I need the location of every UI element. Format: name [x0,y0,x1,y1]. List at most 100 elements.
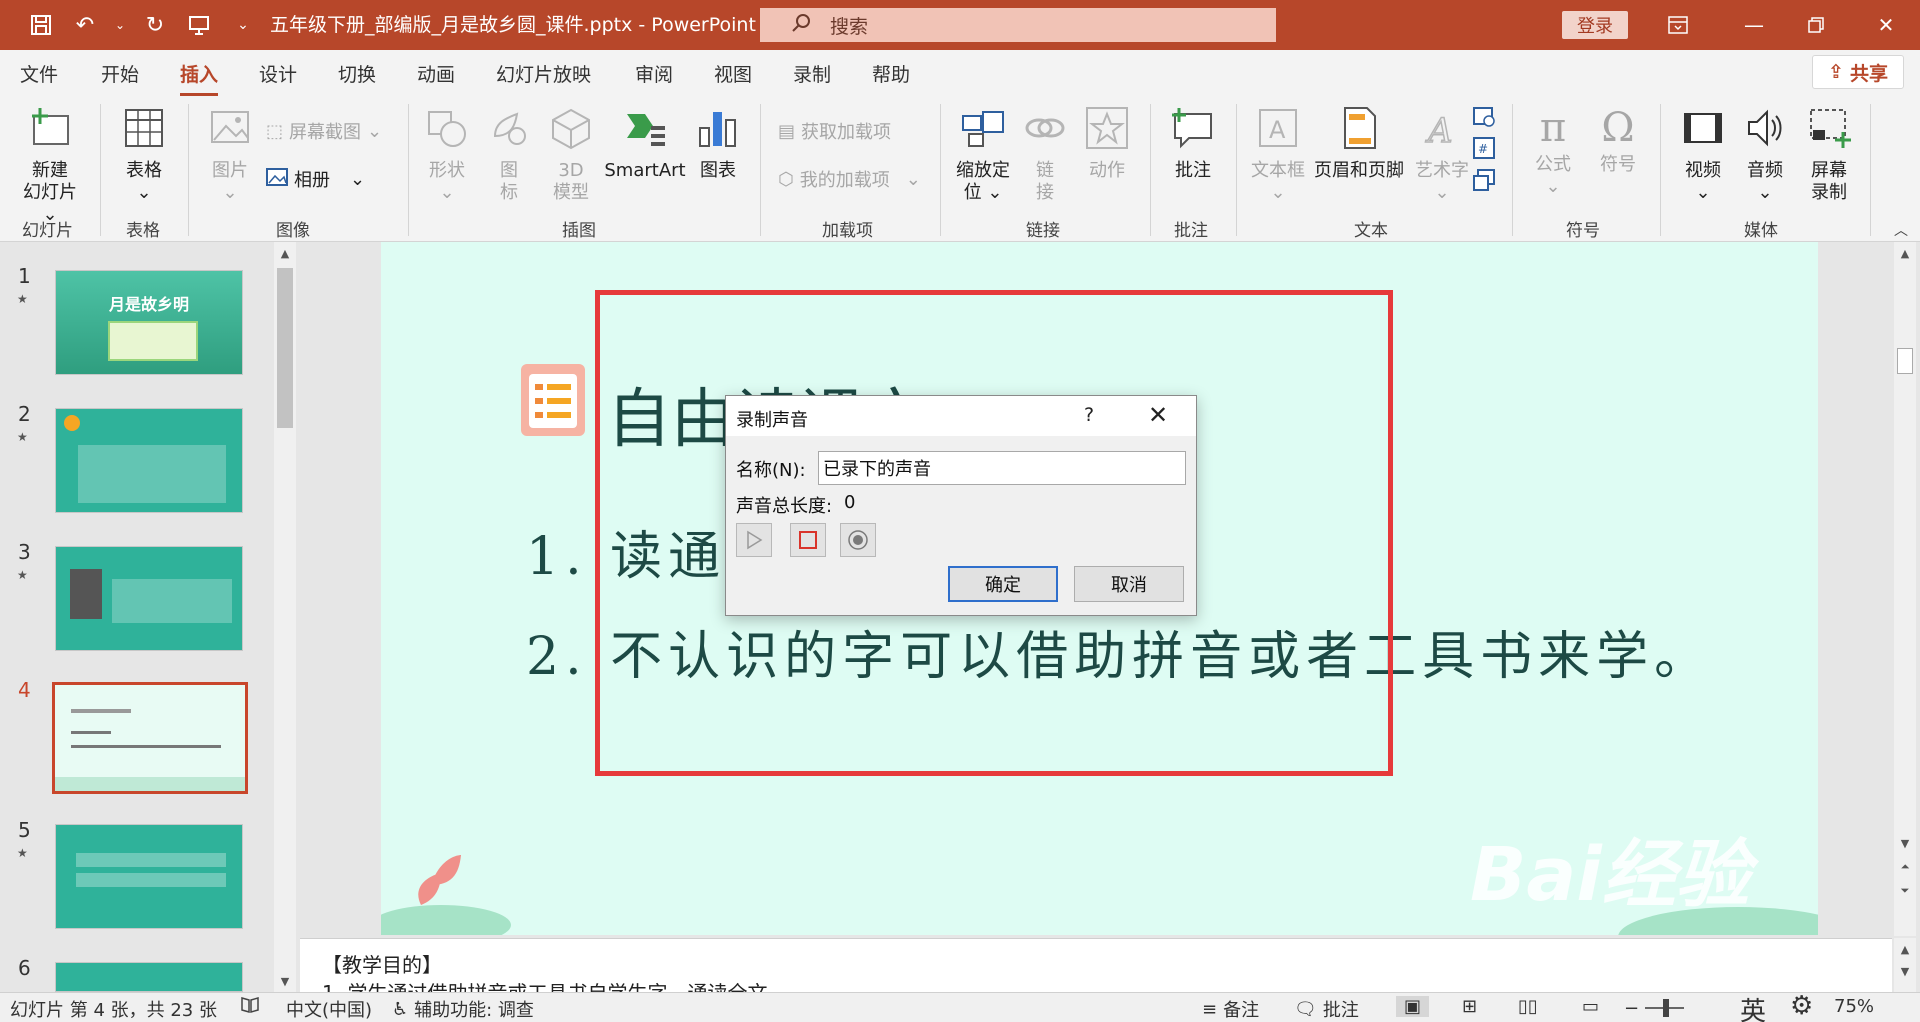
new-slide-button[interactable]: 新建 幻灯片 ⌄ [14,106,86,226]
comment-button[interactable]: 批注 [1162,106,1224,182]
tab-record[interactable]: 录制 [793,60,831,87]
icons-button[interactable]: 图 标 [482,106,536,204]
scroll-up-icon[interactable]: ▲ [274,242,296,264]
zoom-slider-thumb[interactable] [1663,999,1670,1017]
tab-design[interactable]: 设计 [259,60,297,87]
tab-transitions[interactable]: 切换 [338,60,376,87]
slide-thumbnail-1[interactable]: 月是故乡明 [55,270,243,375]
icons-label-1: 图 [500,160,518,181]
tab-view[interactable]: 视图 [714,60,752,87]
3d-models-button[interactable]: 3D 模型 [544,106,598,204]
equation-button[interactable]: π 公式 ⌄ [1524,106,1582,198]
tab-animations[interactable]: 动画 [417,60,455,87]
wordart-button[interactable]: A 艺术字 ⌄ [1410,106,1474,204]
dialog-titlebar[interactable]: 录制声音 ? ✕ [726,396,1196,436]
slide-thumbnail-4[interactable] [52,682,248,794]
scroll-down-icon[interactable]: ▼ [1894,832,1916,854]
notes-scrollbar[interactable]: ▲ ▼ [1894,938,1916,992]
slide-counter[interactable]: 幻灯片 第 4 张，共 23 张 [10,996,217,1022]
tab-slideshow[interactable]: 幻灯片放映 [496,60,591,87]
scroll-thumb[interactable] [277,268,293,428]
picture-button[interactable]: 图片 ⌄ [200,106,260,204]
undo-dropdown-icon[interactable]: ⌄ [114,10,126,40]
comments-toggle[interactable]: 🗨 批注 [1294,996,1359,1022]
cancel-button[interactable]: 取消 [1074,566,1184,602]
next-slide-icon[interactable]: ⏷ [1894,880,1916,902]
action-button[interactable]: 动作 [1080,106,1134,182]
tab-home[interactable]: 开始 [101,60,139,87]
scroll-down-icon[interactable]: ▼ [274,970,296,992]
zoom-slider[interactable]: − [1624,998,1684,1019]
audio-label: 音频 [1747,160,1783,181]
chart-button[interactable]: 图表 [692,106,744,182]
slideshow-icon[interactable]: ▭ [1582,996,1599,1017]
screen-recording-button[interactable]: 屏幕 录制 [1798,106,1860,204]
collapse-ribbon-icon[interactable]: ︿ [1894,220,1908,240]
link-button[interactable]: 链 接 [1020,106,1070,204]
zoom-button[interactable]: 缩放定 位 ⌄ [950,106,1016,204]
slide-scrollbar[interactable]: ▲ ▼ ⏶ ⏷ [1894,242,1916,936]
redo-icon[interactable]: ↻ [140,10,170,40]
gear-icon[interactable]: ⚙ [1790,991,1813,1021]
audio-button[interactable]: 音频 ⌄ [1736,106,1794,204]
previous-slide-icon[interactable]: ⏶ [1894,856,1916,878]
smartart-button[interactable]: SmartArt [604,106,686,182]
ribbon-display-options-icon[interactable] [1648,0,1708,50]
slide-thumbnail-6[interactable] [55,962,243,992]
search-box[interactable]: 搜索 [760,8,1276,42]
header-footer-button[interactable]: 页眉和页脚 [1310,106,1408,182]
language-indicator[interactable]: 中文(中国) [286,996,372,1022]
animation-star-icon: ★ [17,292,28,306]
slide-thumbnail-5[interactable] [55,824,243,929]
reading-view-icon[interactable]: ▯▯ [1518,996,1538,1017]
slide-thumbnail-2[interactable] [55,408,243,513]
login-button[interactable]: 登录 [1562,11,1628,39]
my-addins-button[interactable]: ⬡ 我的加载项 ⌄ [778,166,921,192]
video-button[interactable]: 视频 ⌄ [1672,106,1734,204]
share-button[interactable]: ⇪ 共享 [1812,55,1904,89]
symbol-button[interactable]: Ω 符号 [1590,106,1646,176]
tab-insert[interactable]: 插入 [180,60,219,96]
stop-button[interactable] [790,523,826,557]
help-icon[interactable]: ? [1084,404,1094,426]
name-input[interactable] [818,451,1186,485]
scroll-up-icon[interactable]: ▲ [1894,242,1916,264]
tab-review[interactable]: 审阅 [635,60,673,87]
date-time-icon[interactable] [1472,104,1496,128]
present-from-start-icon[interactable] [184,10,214,40]
shapes-button[interactable]: 形状 ⌄ [418,106,476,204]
close-icon[interactable]: ✕ [1148,401,1168,429]
slide-sorter-icon[interactable]: ⊞ [1462,996,1477,1017]
album-button[interactable]: 相册 ⌄ [266,166,365,192]
scroll-thumb[interactable] [1897,348,1913,374]
ime-indicator[interactable]: 英 [1740,991,1766,1022]
tab-file[interactable]: 文件 [20,60,58,87]
3d-models-label-1: 3D [558,160,584,181]
play-button[interactable] [736,523,772,557]
customize-qat-icon[interactable]: ⌄ [228,10,258,40]
spell-check-icon[interactable] [240,996,260,1014]
ok-button[interactable]: 确定 [948,566,1058,602]
scroll-down-icon[interactable]: ▼ [1894,960,1916,982]
scroll-up-icon[interactable]: ▲ [1894,938,1916,960]
thumbnail-scrollbar[interactable]: ▲ ▼ [274,242,296,992]
slide-number-icon[interactable]: # [1472,136,1496,160]
notes-toggle[interactable]: ≡ 备注 [1202,996,1259,1022]
zoom-label-2: 位 ⌄ [963,182,1003,203]
screenshot-button[interactable]: ⬚ 屏幕截图 ⌄ [266,118,382,144]
get-addins-button[interactable]: ▤ 获取加载项 [778,118,891,144]
normal-view-button[interactable]: ▣ [1396,996,1430,1017]
minimize-icon[interactable]: — [1724,0,1784,50]
accessibility-status[interactable]: ♿ 辅助功能: 调查 [392,996,534,1022]
undo-icon[interactable]: ↶ [70,10,100,40]
slide-thumbnail-3[interactable] [55,546,243,651]
close-window-icon[interactable]: ✕ [1856,0,1916,50]
save-icon[interactable] [26,10,56,40]
record-button[interactable] [840,523,876,557]
table-button[interactable]: 表格 ⌄ [112,106,176,204]
restore-icon[interactable] [1786,0,1846,50]
tab-help[interactable]: 帮助 [872,60,910,87]
object-icon[interactable] [1472,168,1496,192]
textbox-button[interactable]: A 文本框 ⌄ [1246,106,1310,204]
zoom-level[interactable]: 75% [1834,996,1874,1017]
